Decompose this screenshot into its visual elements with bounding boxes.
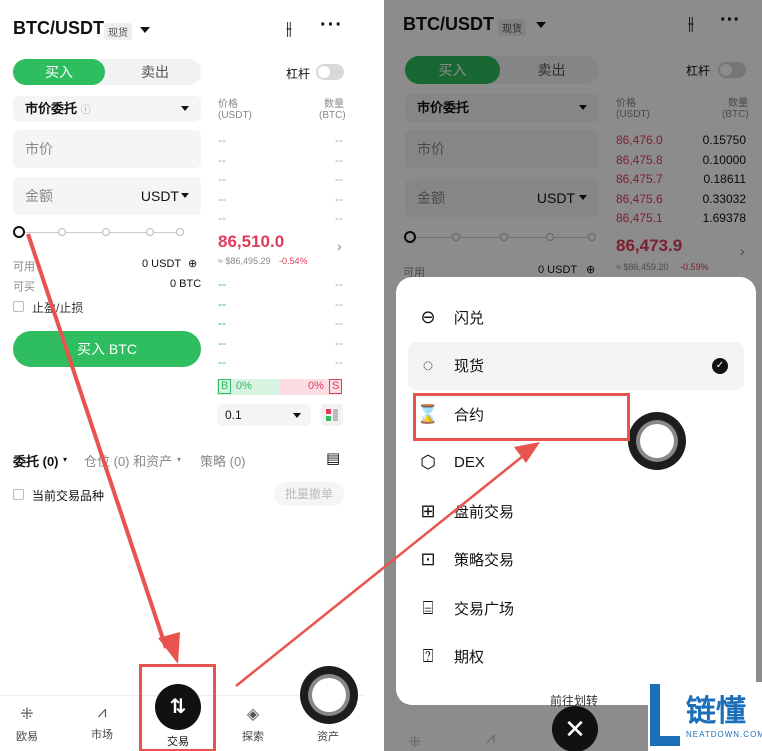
arrow-to-contract (235, 451, 529, 687)
annotation-arrows (26, 233, 540, 687)
arrow-to-trade-nav (26, 233, 168, 649)
